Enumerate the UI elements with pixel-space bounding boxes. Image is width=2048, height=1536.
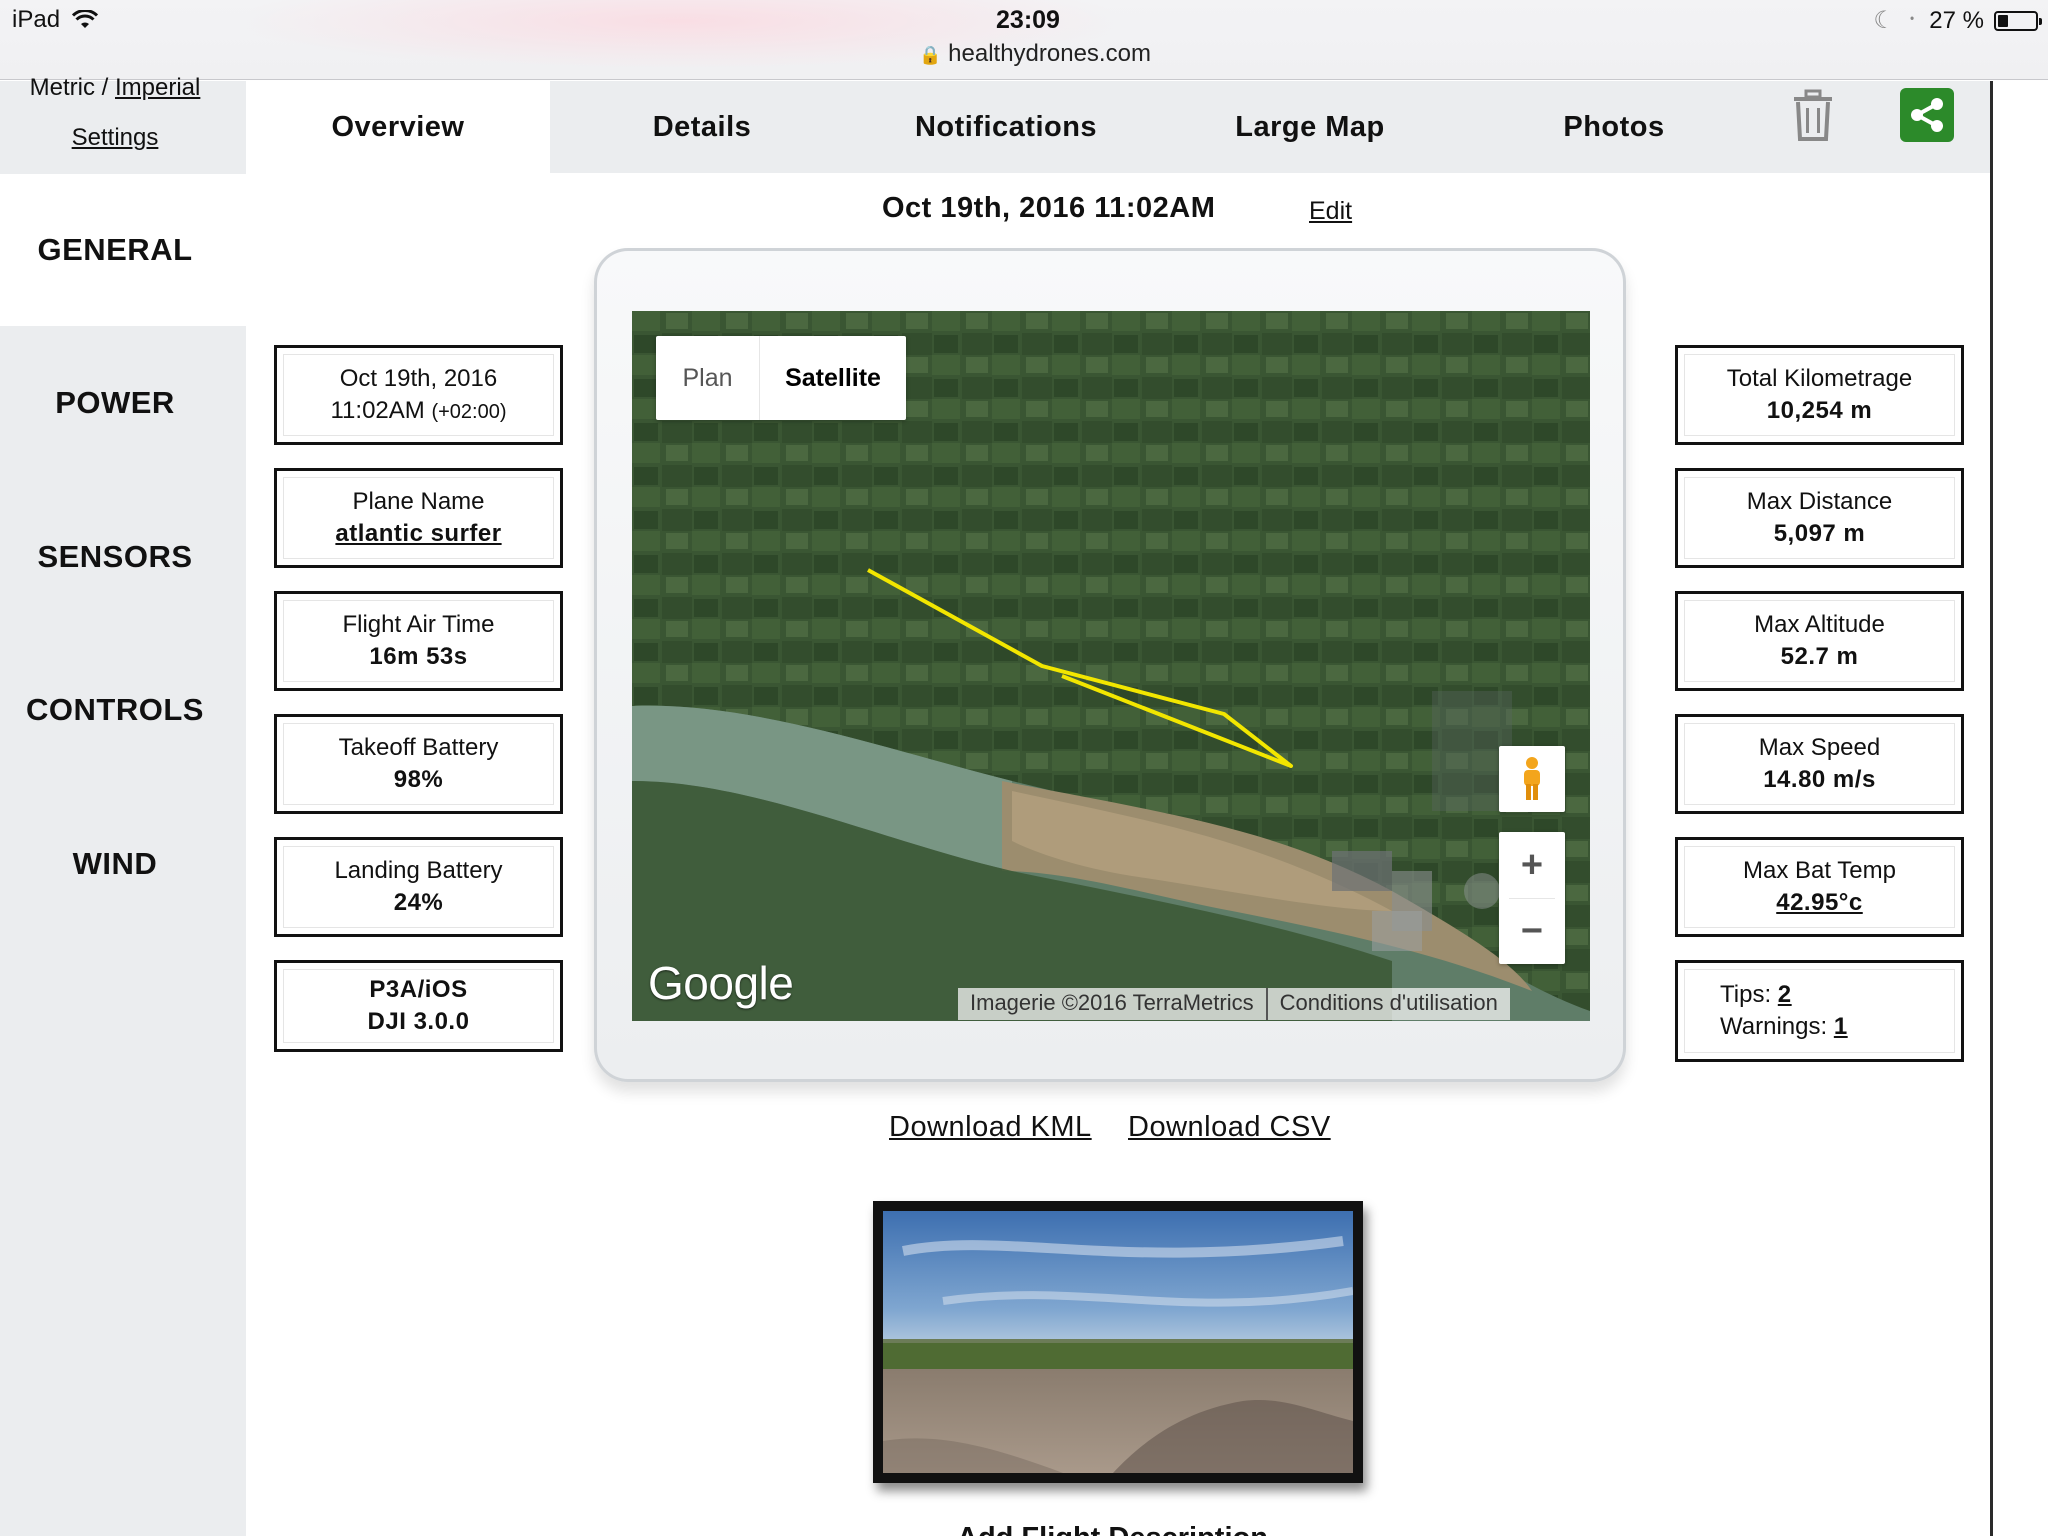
max-distance-value: 5,097 m	[1773, 520, 1866, 547]
status-time: 23:09	[996, 6, 1060, 34]
max-bat-temp-link[interactable]: 42.95°c	[1776, 887, 1863, 919]
warnings-count-link[interactable]: 1	[1834, 1013, 1848, 1040]
stat-air-time: Flight Air Time 16m 53s	[274, 591, 563, 691]
address-bar[interactable]: 🔒 healthydrones.com	[0, 40, 2048, 68]
nav-item-sensors[interactable]: SENSORS	[0, 539, 230, 575]
max-altitude-value: 52.7 m	[1780, 643, 1859, 670]
platform-line1: P3A/iOS	[369, 975, 468, 1003]
tips-label: Tips:	[1720, 980, 1772, 1008]
stat-landing-battery: Landing Battery 24%	[274, 837, 563, 937]
max-bat-temp-label: Max Bat Temp	[1743, 856, 1896, 884]
plane-name-link[interactable]: atlantic surfer	[335, 518, 501, 550]
battery-icon	[1994, 10, 2042, 31]
zoom-in-button[interactable]: +	[1499, 832, 1565, 898]
imagery-credit: Imagerie ©2016 TerraMetrics	[958, 988, 1266, 1020]
zoom-out-button[interactable]: −	[1499, 898, 1565, 964]
zoom-control: + −	[1499, 832, 1565, 964]
flight-date-time: 11:02AM	[330, 397, 425, 424]
flight-date-tz: (+02:00)	[431, 401, 507, 423]
add-flight-description[interactable]: Add Flight Description	[957, 1522, 1268, 1536]
terms-link[interactable]: Conditions d'utilisation	[1265, 988, 1510, 1020]
air-time-value: 16m 53s	[369, 643, 468, 670]
share-button[interactable]	[1900, 88, 1954, 142]
stat-max-altitude: Max Altitude 52.7 m	[1675, 591, 1964, 691]
stat-flight-date: Oct 19th, 2016 11:02AM (+02:00)	[274, 345, 563, 445]
stat-tips-warnings: Tips: 2 Warnings: 1	[1675, 960, 1964, 1062]
units-metric: Metric	[29, 74, 95, 101]
address-text: healthydrones.com	[948, 40, 1151, 67]
landing-battery-label: Landing Battery	[334, 856, 503, 884]
tab-details[interactable]: Details	[550, 81, 854, 173]
download-kml-link[interactable]: Download KML	[889, 1111, 1092, 1143]
units-imperial-link[interactable]: Imperial	[115, 74, 200, 101]
landscape-photo	[883, 1211, 1353, 1473]
warnings-label: Warnings:	[1720, 1013, 1828, 1040]
moon-icon: ☾	[1873, 7, 1895, 34]
platform-line2: DJI 3.0.0	[367, 1008, 470, 1035]
lock-icon: 🔒	[919, 45, 942, 65]
battery-percent: 27 %	[1929, 6, 1984, 34]
max-speed-label: Max Speed	[1758, 733, 1881, 761]
takeoff-battery-label: Takeoff Battery	[338, 733, 499, 761]
map-type-plan[interactable]: Plan	[656, 336, 760, 420]
map-type-control: Plan Satellite	[656, 336, 906, 420]
nav-item-controls[interactable]: CONTROLS	[0, 692, 230, 728]
units-separator: /	[101, 74, 109, 101]
settings-link[interactable]: Settings	[72, 124, 159, 151]
landing-battery-value: 24%	[393, 889, 444, 916]
share-icon	[1911, 98, 1943, 132]
stat-takeoff-battery: Takeoff Battery 98%	[274, 714, 563, 814]
bluetooth-icon: ᛫	[1904, 6, 1920, 34]
edit-date-link[interactable]: Edit	[1309, 197, 1352, 225]
map-attribution: Imagerie ©2016 TerraMetrics Conditions d…	[958, 988, 1510, 1020]
google-logo: Google	[648, 957, 794, 1009]
kilometrage-label: Total Kilometrage	[1726, 364, 1913, 392]
unit-switch: Metric / Imperial	[0, 74, 230, 103]
trash-icon[interactable]	[1788, 88, 1838, 142]
max-speed-value: 14.80 m/s	[1763, 766, 1876, 793]
flight-photo-thumbnail[interactable]	[873, 1201, 1363, 1483]
status-right: ☾ ᛫ 27 %	[1873, 6, 2042, 35]
tab-notifications[interactable]: Notifications	[854, 81, 1158, 173]
max-distance-label: Max Distance	[1746, 487, 1893, 515]
stat-total-kilometrage: Total Kilometrage 10,254 m	[1675, 345, 1964, 445]
takeoff-battery-value: 98%	[393, 766, 444, 793]
ios-status-bar: iPad 23:09 🔒 healthydrones.com ☾ ᛫ 27 %	[0, 0, 2048, 80]
stat-plane-name: Plane Name atlantic surfer	[274, 468, 563, 568]
tab-photos[interactable]: Photos	[1462, 81, 1766, 173]
air-time-label: Flight Air Time	[342, 610, 495, 638]
tips-count-link[interactable]: 2	[1778, 981, 1792, 1008]
download-csv-link[interactable]: Download CSV	[1128, 1111, 1331, 1143]
pegman-icon	[1524, 757, 1540, 800]
flight-date-line1: Oct 19th, 2016	[339, 364, 498, 392]
max-altitude-label: Max Altitude	[1754, 610, 1885, 638]
nav-item-wind[interactable]: WIND	[0, 846, 230, 882]
map-type-satellite[interactable]: Satellite	[760, 336, 906, 420]
stat-max-bat-temp: Max Bat Temp 42.95°c	[1675, 837, 1964, 937]
plane-name-label: Plane Name	[352, 487, 485, 515]
nav-item-power[interactable]: POWER	[0, 385, 230, 421]
kilometrage-value: 10,254 m	[1766, 397, 1873, 424]
tab-large-map[interactable]: Large Map	[1158, 81, 1462, 173]
street-view-pegman[interactable]	[1499, 746, 1565, 812]
flight-date-title: Oct 19th, 2016 11:02AM	[882, 192, 1216, 224]
nav-item-general[interactable]: GENERAL	[0, 232, 230, 268]
stat-platform: P3A/iOS DJI 3.0.0	[274, 960, 563, 1052]
stat-max-distance: Max Distance 5,097 m	[1675, 468, 1964, 568]
tab-overview[interactable]: Overview	[246, 81, 550, 173]
stat-max-speed: Max Speed 14.80 m/s	[1675, 714, 1964, 814]
